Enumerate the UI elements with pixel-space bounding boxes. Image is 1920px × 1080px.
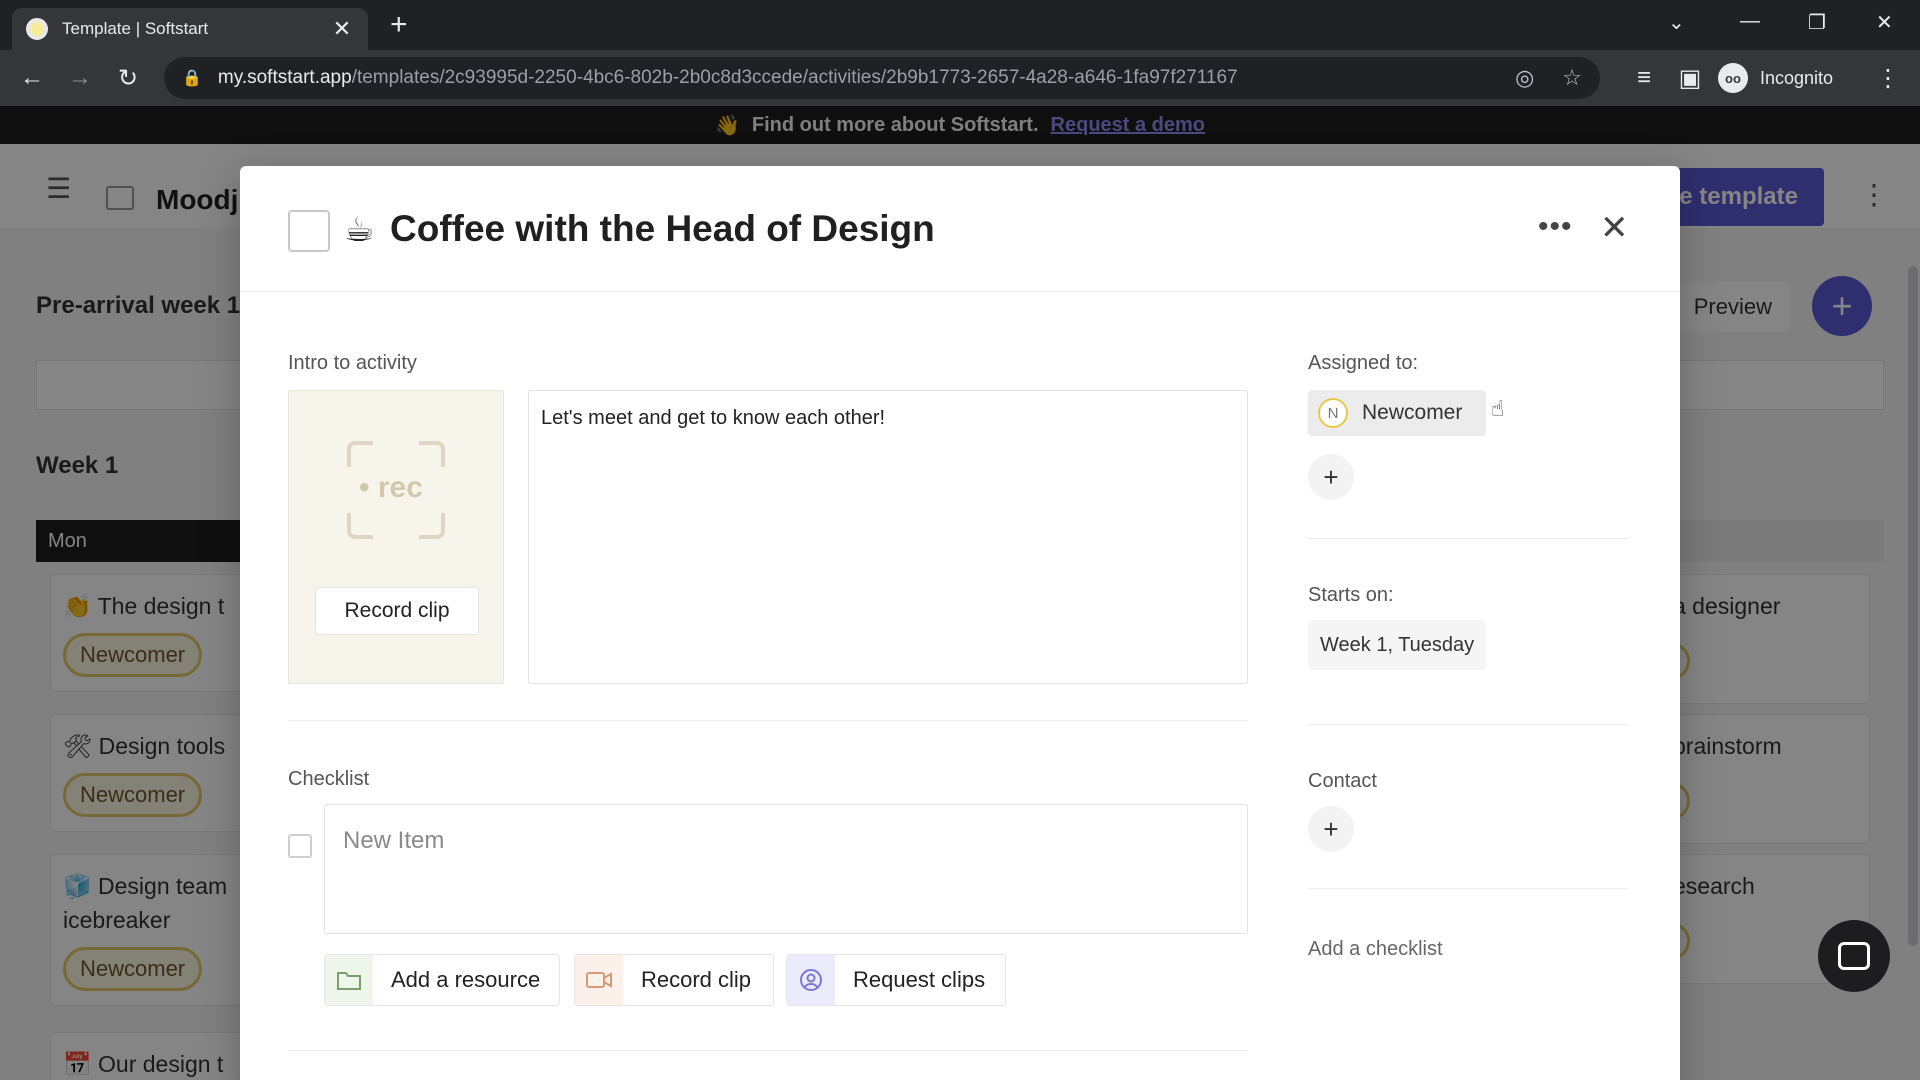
starts-on-label: Starts on: xyxy=(1308,584,1394,606)
chat-launcher-button[interactable] xyxy=(1818,920,1890,992)
page: 👋 Find out more about Softstart. Request… xyxy=(0,106,1920,1080)
video-camera-icon xyxy=(575,955,623,1005)
lock-icon: 🔒 xyxy=(182,70,202,87)
restore-icon[interactable]: ❐ xyxy=(1808,10,1826,35)
divider xyxy=(1308,888,1628,889)
assignee-avatar: N xyxy=(1318,398,1348,428)
intro-label: Intro to activity xyxy=(288,352,417,374)
browser-menu-icon[interactable]: ⋮ xyxy=(1870,60,1906,96)
browser-tab-bar: Template | Softstart ✕ + ⌄ — ❐ ✕ xyxy=(0,0,1920,50)
tab-search-icon[interactable]: ⌄ xyxy=(1668,10,1685,35)
chat-icon xyxy=(1838,942,1870,970)
intro-clip-area: • rec Record clip xyxy=(288,390,504,684)
contact-label: Contact xyxy=(1308,770,1377,792)
close-icon[interactable]: ✕ xyxy=(1600,208,1629,248)
browser-tab[interactable]: Template | Softstart ✕ xyxy=(12,8,368,50)
add-resource-button[interactable]: Add a resource xyxy=(324,954,560,1006)
request-clips-label: Request clips xyxy=(853,967,986,992)
add-contact-button[interactable]: + xyxy=(1308,806,1354,852)
add-checklist-link[interactable]: Add a checklist xyxy=(1308,938,1443,961)
starts-on-select[interactable]: Week 1, Tuesday xyxy=(1308,620,1487,670)
media-control-icon[interactable]: ≡ xyxy=(1626,60,1662,96)
url-text: my.softstart.app/templates/2c93995d-2250… xyxy=(217,67,1238,88)
activity-modal: ☕ Coffee with the Head of Design ••• ✕ I… xyxy=(240,166,1680,1080)
intro-text-area[interactable]: Let's meet and get to know each other! xyxy=(528,390,1248,684)
divider xyxy=(288,1050,1248,1051)
complete-checkbox[interactable] xyxy=(288,210,330,252)
incognito-profile[interactable]: oo Incognito xyxy=(1718,60,1833,96)
close-tab-icon[interactable]: ✕ xyxy=(330,16,354,42)
add-resource-label: Add a resource xyxy=(391,967,541,992)
request-clips-button[interactable]: Request clips xyxy=(786,954,1006,1006)
back-icon[interactable]: ← xyxy=(14,60,50,96)
checklist-item-input[interactable]: New Item xyxy=(324,804,1248,934)
divider xyxy=(288,720,1248,721)
close-window-icon[interactable]: ✕ xyxy=(1876,10,1893,35)
folder-icon xyxy=(325,955,373,1005)
incognito-icon: oo xyxy=(1718,63,1748,93)
divider xyxy=(1308,538,1628,539)
rec-text: rec xyxy=(377,471,423,504)
assigned-to-label: Assigned to: xyxy=(1308,352,1419,374)
bookmark-star-icon[interactable]: ☆ xyxy=(1562,65,1582,91)
incognito-label: Incognito xyxy=(1760,67,1834,88)
divider xyxy=(1308,724,1628,725)
user-circle-icon xyxy=(787,955,835,1005)
address-bar[interactable]: 🔒 my.softstart.app/templates/2c93995d-22… xyxy=(164,57,1600,99)
minimize-icon[interactable]: — xyxy=(1740,10,1760,33)
new-tab-icon[interactable]: + xyxy=(390,10,408,40)
softstart-favicon-icon xyxy=(26,18,48,40)
record-clip-action-label: Record clip xyxy=(641,967,752,992)
coffee-icon: ☕ xyxy=(344,211,375,249)
checklist-item-checkbox[interactable] xyxy=(288,834,312,858)
browser-toolbar: ← → ↻ 🔒 my.softstart.app/templates/2c939… xyxy=(0,50,1920,106)
modal-header: ☕ Coffee with the Head of Design ••• ✕ xyxy=(240,166,1680,292)
record-clip-action-button[interactable]: Record clip xyxy=(574,954,774,1006)
checklist-label: Checklist xyxy=(288,768,370,790)
hand-cursor-icon: ☝ xyxy=(1491,396,1505,421)
eye-off-icon[interactable]: ◎ xyxy=(1515,65,1534,91)
side-panel-icon[interactable]: ▣ xyxy=(1672,60,1708,96)
add-assignee-button[interactable]: + xyxy=(1308,454,1354,500)
record-clip-button[interactable]: Record clip xyxy=(315,587,479,635)
forward-icon[interactable]: → xyxy=(62,60,98,96)
reload-icon[interactable]: ↻ xyxy=(110,60,146,96)
assignee-name: Newcomer xyxy=(1362,401,1463,424)
more-options-icon[interactable]: ••• xyxy=(1538,210,1573,244)
assignee-pill[interactable]: N Newcomer xyxy=(1308,390,1486,436)
tab-title: Template | Softstart xyxy=(62,19,209,38)
activity-title[interactable]: Coffee with the Head of Design xyxy=(390,208,935,250)
rec-icon: • rec xyxy=(347,441,445,539)
